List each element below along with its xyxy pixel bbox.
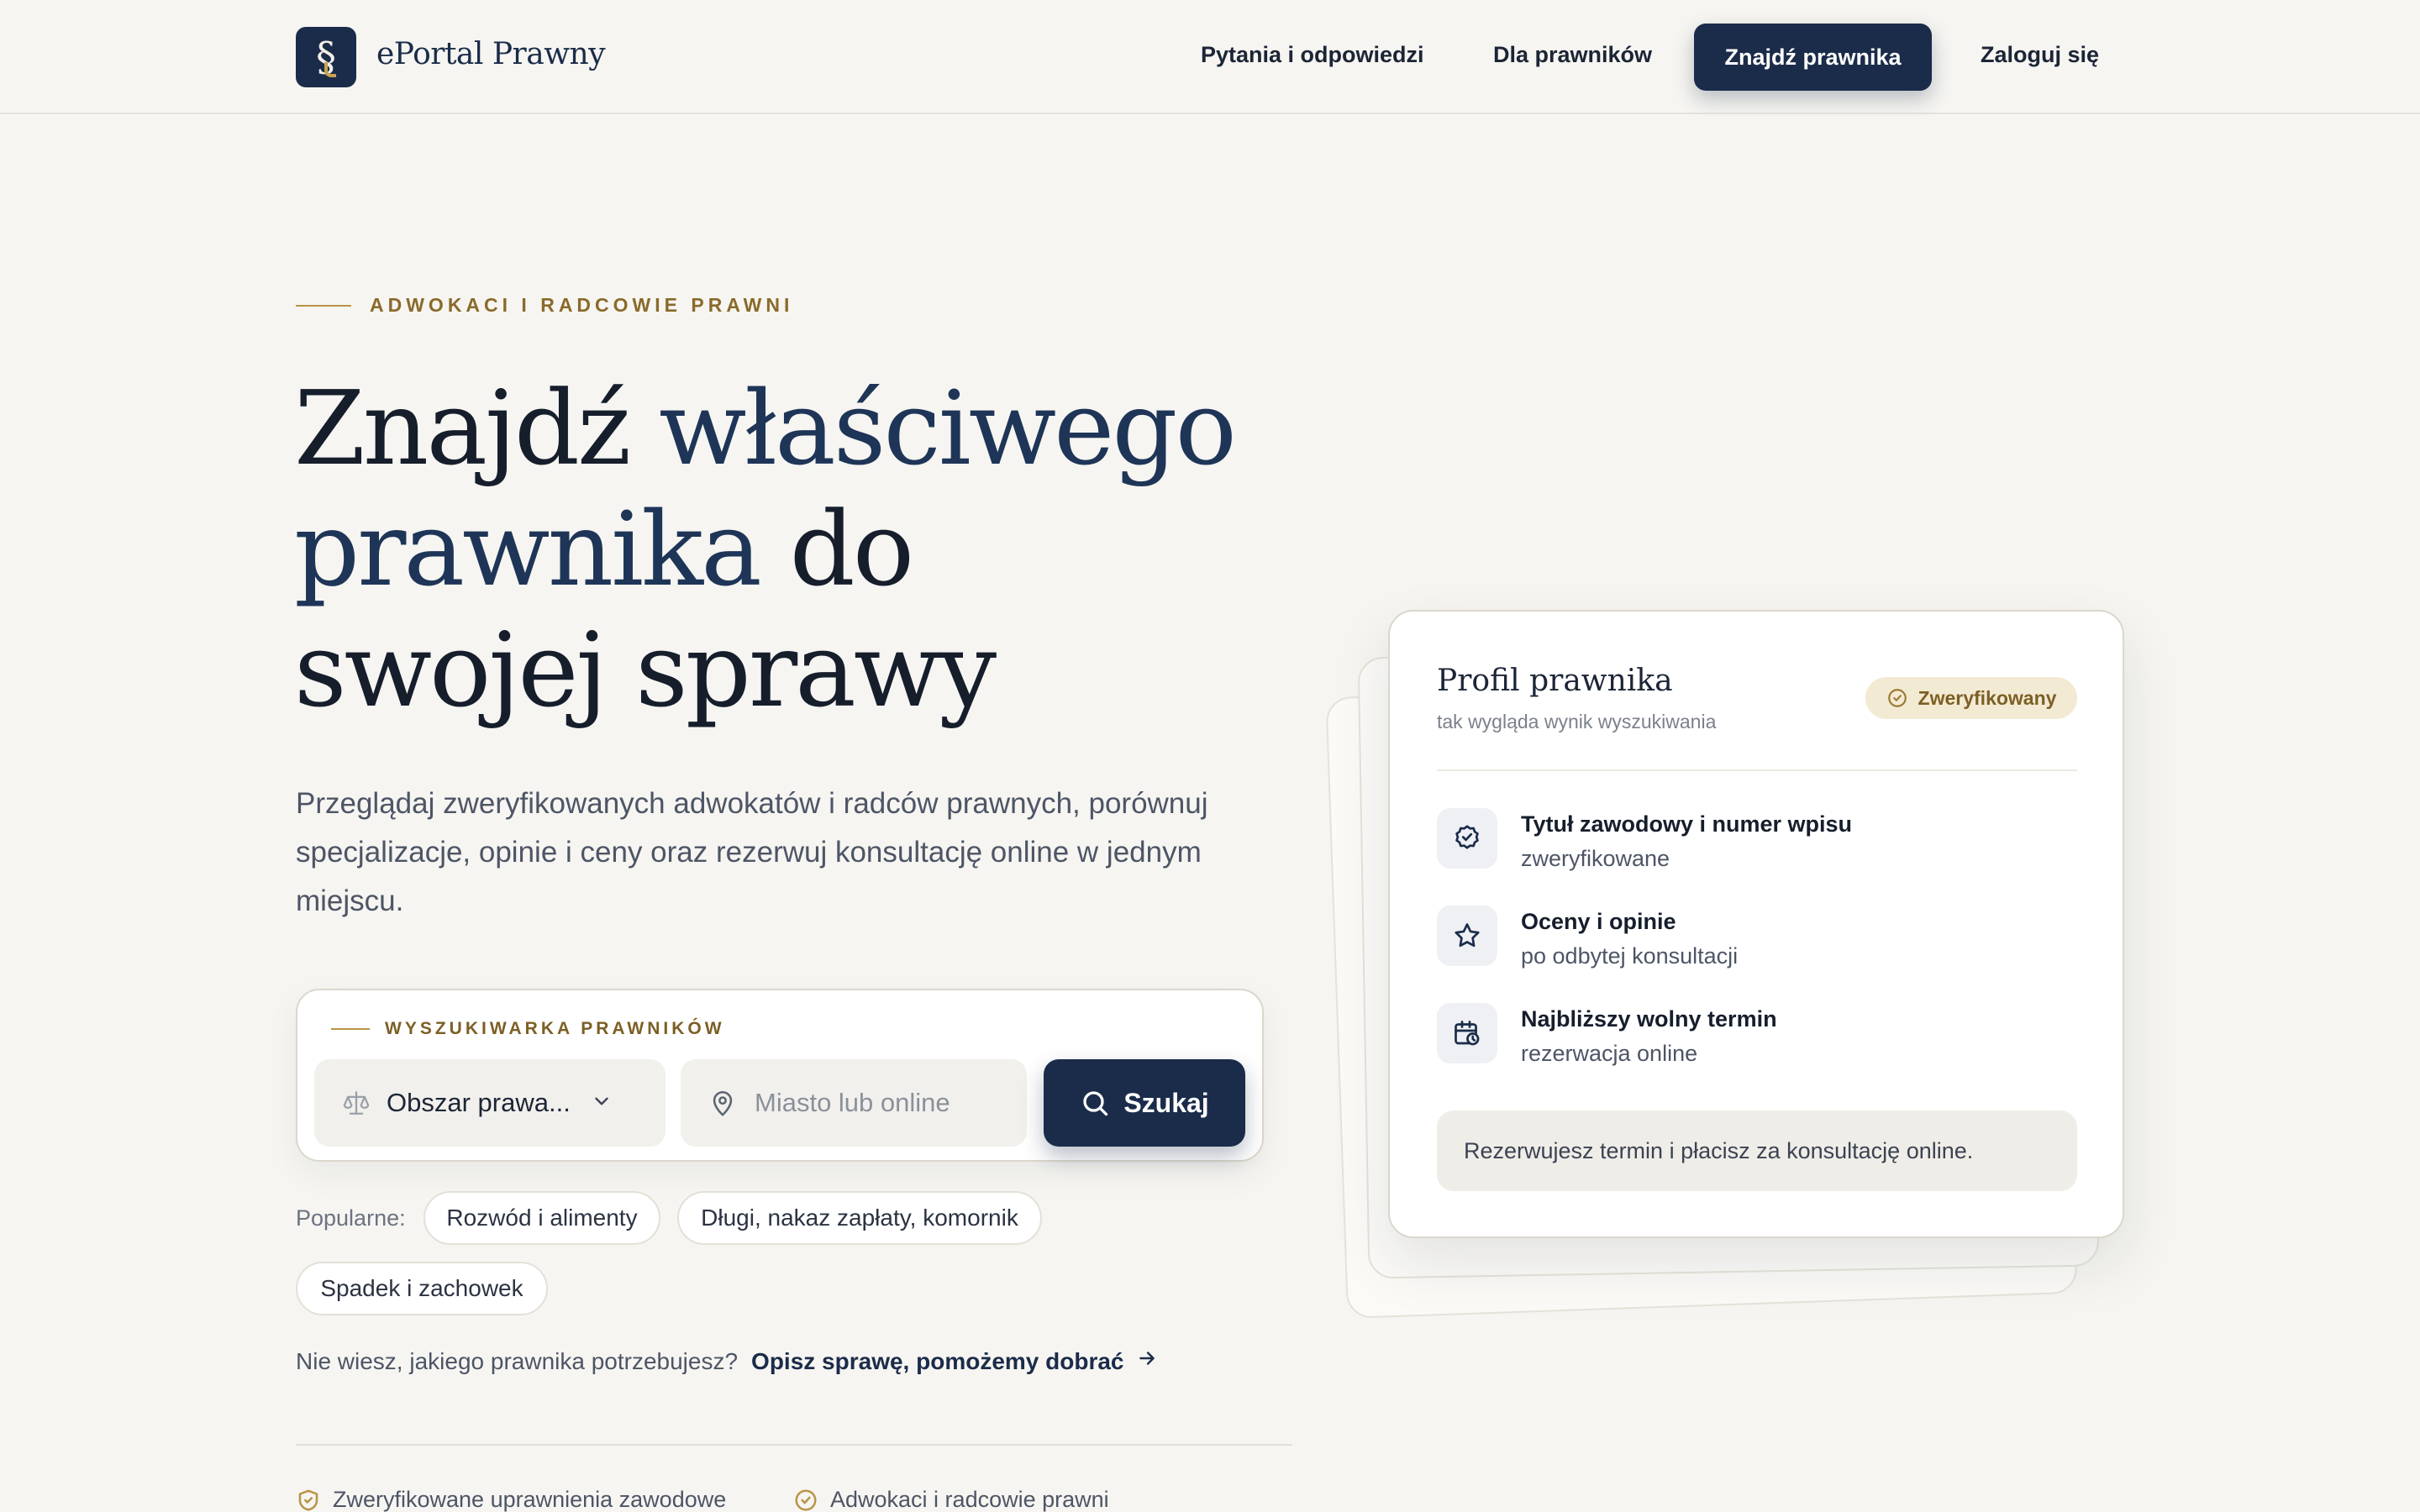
- trust-text: Zweryfikowane uprawnienia zawodowe: [333, 1487, 727, 1512]
- feature-title: Tytuł zawodowy i numer wpisu: [1521, 811, 1853, 837]
- search-button-label: Szukaj: [1123, 1087, 1209, 1118]
- city-placeholder: Miasto lub online: [755, 1088, 950, 1117]
- chevron-down-icon: [591, 1090, 613, 1116]
- nav-link-for-lawyers[interactable]: Dla prawników: [1493, 42, 1652, 68]
- popular-chip[interactable]: Rozwód i alimenty: [424, 1191, 660, 1245]
- search-button[interactable]: Szukaj: [1044, 1059, 1245, 1147]
- paragraph-sign-glyph: §: [316, 34, 336, 81]
- headline-accent: właściwego: [659, 369, 1237, 488]
- search-label-rule: [331, 1028, 370, 1030]
- verified-check-icon: [1437, 808, 1497, 869]
- map-pin-icon: [708, 1088, 738, 1118]
- nav-link-qa[interactable]: Pytania i odpowiedzi: [1201, 42, 1424, 68]
- headline-part: Znajdź: [294, 369, 660, 488]
- feature-text: Oceny i opinie po odbytej konsultacji: [1521, 906, 1738, 969]
- help-question: Nie wiesz, jakiego prawnika potrzebujesz…: [296, 1347, 739, 1374]
- section-divider: [296, 1444, 1292, 1446]
- card-subtitle: tak wygląda wynik wyszukiwania: [1437, 711, 1717, 732]
- verified-badge: Zweryfikowany: [1865, 677, 2077, 719]
- feature-text: Najbliższy wolny termin rezerwacja onlin…: [1521, 1003, 1777, 1067]
- badge-label: Zweryfikowany: [1918, 686, 2057, 709]
- popular-label: Popularne:: [296, 1205, 406, 1231]
- city-input[interactable]: Miasto lub online: [681, 1059, 1027, 1147]
- law-area-value: Obszar prawa...: [387, 1088, 571, 1117]
- trust-item: Adwokaci i radcowie prawni: [793, 1487, 1109, 1512]
- brand-name[interactable]: ePortal Prawny: [376, 37, 606, 71]
- card-divider: [1437, 769, 2077, 771]
- search-label-text: WYSZUKIWARKA PRAWNIKÓW: [385, 1019, 725, 1038]
- feature-title: Oceny i opinie: [1521, 909, 1676, 934]
- trust-text: Adwokaci i radcowie prawni: [830, 1487, 1109, 1512]
- popular-chip[interactable]: Długi, nakaz zapłaty, komornik: [677, 1191, 1042, 1245]
- check-circle-icon: [1887, 689, 1907, 707]
- headline-part: swojej sprawy: [294, 611, 997, 730]
- law-area-select[interactable]: Obszar prawa...: [314, 1059, 666, 1147]
- help-line: Nie wiesz, jakiego prawnika potrzebujesz…: [296, 1347, 1158, 1375]
- top-navbar: § ePortal Prawny Pytania i odpowiedzi Dl…: [0, 0, 2420, 114]
- trust-item: Zweryfikowane uprawnienia zawodowe: [296, 1487, 726, 1512]
- headline-accent: prawnika: [294, 490, 762, 609]
- feature-row: Tytuł zawodowy i numer wpisu zweryfikowa…: [1437, 808, 1852, 872]
- hero-eyebrow: ADWOKACI I RADCOWIE PRAWNI: [296, 294, 793, 317]
- describe-case-link[interactable]: Opisz sprawę, pomożemy dobrać: [751, 1348, 1123, 1375]
- popular-chip[interactable]: Spadek i zachowek: [296, 1262, 548, 1315]
- logo-icon[interactable]: §: [296, 27, 356, 87]
- card-title: Profil prawnika: [1437, 664, 1673, 698]
- feature-row: Oceny i opinie po odbytej konsultacji: [1437, 906, 1738, 969]
- feature-row: Najbliższy wolny termin rezerwacja onlin…: [1437, 1003, 1777, 1067]
- hero-headline: Znajdź właściwego prawnika do swojej spr…: [294, 368, 1302, 731]
- search-form-label: WYSZUKIWARKA PRAWNIKÓW: [331, 1019, 725, 1039]
- feature-text: Tytuł zawodowy i numer wpisu zweryfikowa…: [1521, 808, 1852, 872]
- feature-subtitle: rezerwacja online: [1521, 1041, 1698, 1066]
- arrow-right-icon[interactable]: [1136, 1347, 1158, 1375]
- feature-title: Najbliższy wolny termin: [1521, 1006, 1777, 1032]
- check-circle-icon: [795, 1489, 817, 1510]
- eyebrow-rule: [296, 304, 351, 307]
- calendar-clock-icon: [1437, 1003, 1497, 1063]
- lawyer-profile-card: Profil prawnika tak wygląda wynik wyszuk…: [1388, 610, 2124, 1238]
- find-lawyer-button[interactable]: Znajdź prawnika: [1694, 24, 1932, 91]
- search-icon: [1083, 1091, 1108, 1116]
- lawyer-search-form: WYSZUKIWARKA PRAWNIKÓW Obszar prawa... M…: [296, 989, 1264, 1162]
- eyebrow-text: ADWOKACI I RADCOWIE PRAWNI: [370, 294, 794, 316]
- card-note: Rezerwujesz termin i płacisz za konsulta…: [1437, 1110, 2077, 1191]
- hero-subtitle: Przeglądaj zweryfikowanych adwokatów i r…: [296, 787, 1208, 917]
- shield-check-icon: [298, 1489, 318, 1510]
- feature-subtitle: zweryfikowane: [1521, 846, 1670, 871]
- star-icon: [1437, 906, 1497, 966]
- feature-subtitle: po odbytej konsultacji: [1521, 943, 1739, 969]
- scales-icon: [341, 1088, 371, 1118]
- headline-part: do: [759, 490, 915, 609]
- login-link[interactable]: Zaloguj się: [1981, 42, 2099, 68]
